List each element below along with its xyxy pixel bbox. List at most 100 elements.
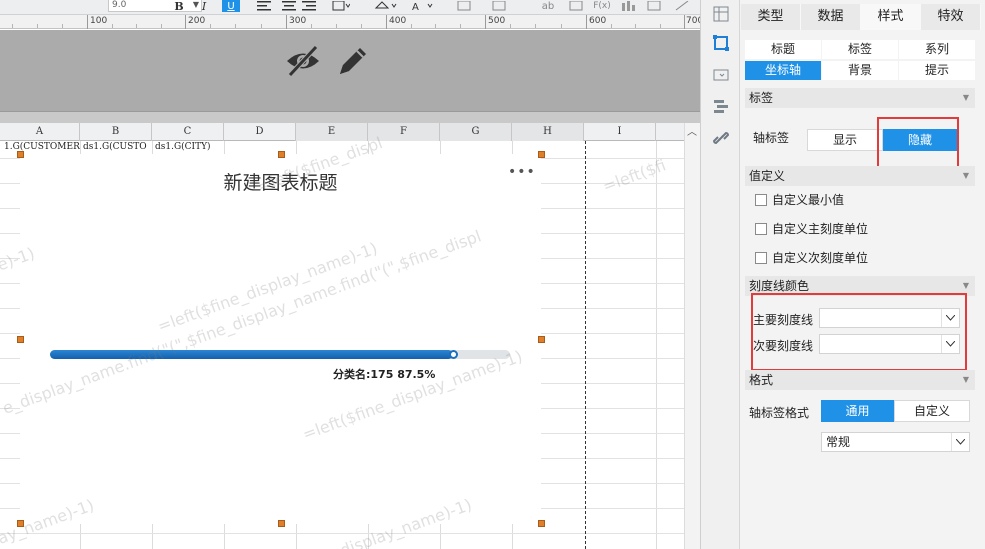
italic-icon[interactable]: I	[197, 0, 211, 13]
condition-attr-icon[interactable]	[711, 96, 731, 116]
insert-image-icon[interactable]	[567, 0, 585, 12]
resize-handle[interactable]	[17, 151, 24, 158]
column-header-c[interactable]: C	[152, 123, 224, 141]
minor-tick-label: 次要刻度线	[753, 339, 814, 353]
ruler-mark: 400	[389, 16, 407, 26]
checkbox-icon[interactable]	[755, 251, 767, 264]
axis-format-label: 轴标签格式	[749, 406, 810, 420]
formula-icon[interactable]: F(x)	[592, 0, 612, 12]
bold-icon[interactable]: B	[172, 0, 186, 13]
subtab-label[interactable]: 标签	[822, 40, 898, 59]
widget-attr-icon[interactable]	[711, 65, 731, 85]
section-value-title: 值定义	[749, 169, 786, 183]
chevron-down-icon[interactable]	[951, 433, 969, 451]
sub-report-icon[interactable]	[645, 0, 663, 12]
collapse-icon[interactable]: ▼	[963, 88, 969, 108]
custom-major-unit-checkbox[interactable]: 自定义主刻度单位	[755, 220, 868, 237]
insert-text-icon[interactable]	[490, 0, 508, 12]
font-color-icon[interactable]: A	[408, 0, 438, 12]
tab-data[interactable]: 数据	[801, 4, 861, 30]
resize-handle[interactable]	[278, 520, 285, 527]
underline-icon[interactable]: U	[222, 0, 240, 12]
column-header-b[interactable]: B	[80, 123, 152, 141]
custom-minor-unit-checkbox[interactable]: 自定义次刻度单位	[755, 249, 868, 266]
font-size-select[interactable]: 9.0 ▼	[108, 0, 202, 12]
show-axis-label-button[interactable]: 显示	[807, 129, 883, 151]
subtab-background[interactable]: 背景	[822, 61, 898, 80]
subtab-title[interactable]: 标题	[745, 40, 821, 59]
collapse-icon[interactable]: ▼	[963, 276, 969, 296]
align-right-icon[interactable]	[300, 0, 318, 12]
column-header-f[interactable]: F	[368, 123, 440, 141]
more-options-icon[interactable]: •••	[508, 164, 536, 180]
section-tick-color-header[interactable]: 刻度线颜色 ▼	[745, 276, 975, 296]
column-header-i[interactable]: I	[584, 123, 656, 141]
subtab-tooltip[interactable]: 提示	[899, 61, 975, 80]
column-header-h[interactable]: H	[512, 123, 584, 141]
hide-axis-label-button[interactable]: 隐藏	[883, 129, 957, 151]
checkbox-icon[interactable]	[755, 193, 767, 206]
chart-widget[interactable]: 新建图表标题 ••• 分类名:175 87.5%	[20, 154, 541, 524]
progress-end-marker	[449, 350, 458, 359]
section-format-header[interactable]: 格式 ▼	[745, 370, 975, 390]
chart-property-panel: 类型 数据 样式 特效 标题 标签 系列 坐标轴 背景 提示 标签 ▼ 轴标签 …	[741, 0, 985, 549]
chart-title[interactable]: 新建图表标题	[20, 168, 541, 195]
ruler-mark: 300	[289, 16, 307, 26]
style-subtabs: 标题 标签 系列 坐标轴 背景 提示	[745, 40, 977, 81]
image-icon[interactable]	[455, 0, 473, 12]
column-header-d[interactable]: D	[224, 123, 296, 141]
chart-attr-icon[interactable]	[711, 33, 731, 53]
format-custom-button[interactable]: 自定义	[894, 400, 970, 422]
resize-handle[interactable]	[538, 151, 545, 158]
resize-handle[interactable]	[538, 336, 545, 343]
format-general-button[interactable]: 通用	[821, 400, 894, 422]
tab-effects[interactable]: 特效	[921, 4, 981, 30]
custom-min-checkbox[interactable]: 自定义最小值	[755, 191, 844, 208]
major-tick-color-select[interactable]	[819, 308, 960, 328]
collapse-icon[interactable]: ▼	[963, 166, 969, 186]
vertical-scrollbar[interactable]: ︿	[684, 123, 700, 549]
progress-bar[interactable]	[50, 350, 453, 359]
section-tick-color-title: 刻度线颜色	[749, 279, 810, 293]
chart-icon[interactable]	[620, 0, 636, 12]
resize-handle[interactable]	[17, 520, 24, 527]
checkbox-icon[interactable]	[755, 222, 767, 235]
tab-type[interactable]: 类型	[741, 4, 801, 30]
resize-handle[interactable]	[17, 336, 24, 343]
subtab-axis[interactable]: 坐标轴	[745, 61, 821, 80]
axis-label-caption: 轴标签	[753, 131, 790, 145]
align-left-icon[interactable]	[255, 0, 273, 12]
number-format-select[interactable]: 常规	[821, 432, 970, 452]
ruler-mark: 600	[589, 16, 607, 26]
slash-icon[interactable]	[672, 0, 692, 12]
section-label-header[interactable]: 标签 ▼	[745, 88, 975, 108]
column-header-a[interactable]: A	[0, 123, 80, 141]
section-label-title: 标签	[749, 91, 774, 105]
align-center-icon[interactable]	[280, 0, 298, 12]
subtab-series[interactable]: 系列	[899, 40, 975, 59]
chart-toolbar-band	[0, 30, 700, 112]
hide-eye-icon[interactable]	[284, 44, 322, 78]
report-designer: 9.0 ▼ B I U A ab F(x) 100 200 300 400 50…	[0, 0, 700, 549]
tab-style[interactable]: 样式	[861, 4, 921, 30]
resize-handle[interactable]	[278, 151, 285, 158]
chevron-down-icon[interactable]	[941, 335, 959, 353]
minor-tick-color-select[interactable]	[819, 334, 960, 354]
border-icon[interactable]	[330, 0, 352, 12]
column-header-e[interactable]: E	[296, 123, 368, 141]
edit-pencil-icon[interactable]	[336, 44, 370, 78]
custom-min-label: 自定义最小值	[772, 193, 845, 207]
cell-attr-icon[interactable]	[711, 4, 731, 24]
collapse-icon[interactable]: ▼	[963, 370, 969, 390]
scroll-up-icon[interactable]: ︿	[687, 123, 697, 138]
section-value-header[interactable]: 值定义 ▼	[745, 166, 975, 186]
ruler-mark: 500	[488, 16, 506, 26]
fill-color-icon[interactable]	[372, 0, 400, 12]
text-icon[interactable]: ab	[540, 0, 556, 12]
column-header: A B C D E F G H I	[0, 123, 684, 141]
chevron-down-icon[interactable]	[941, 309, 959, 327]
column-header-g[interactable]: G	[440, 123, 512, 141]
hyperlink-icon[interactable]	[711, 128, 731, 148]
ruler-mark: 200	[188, 16, 206, 26]
resize-handle[interactable]	[538, 520, 545, 527]
